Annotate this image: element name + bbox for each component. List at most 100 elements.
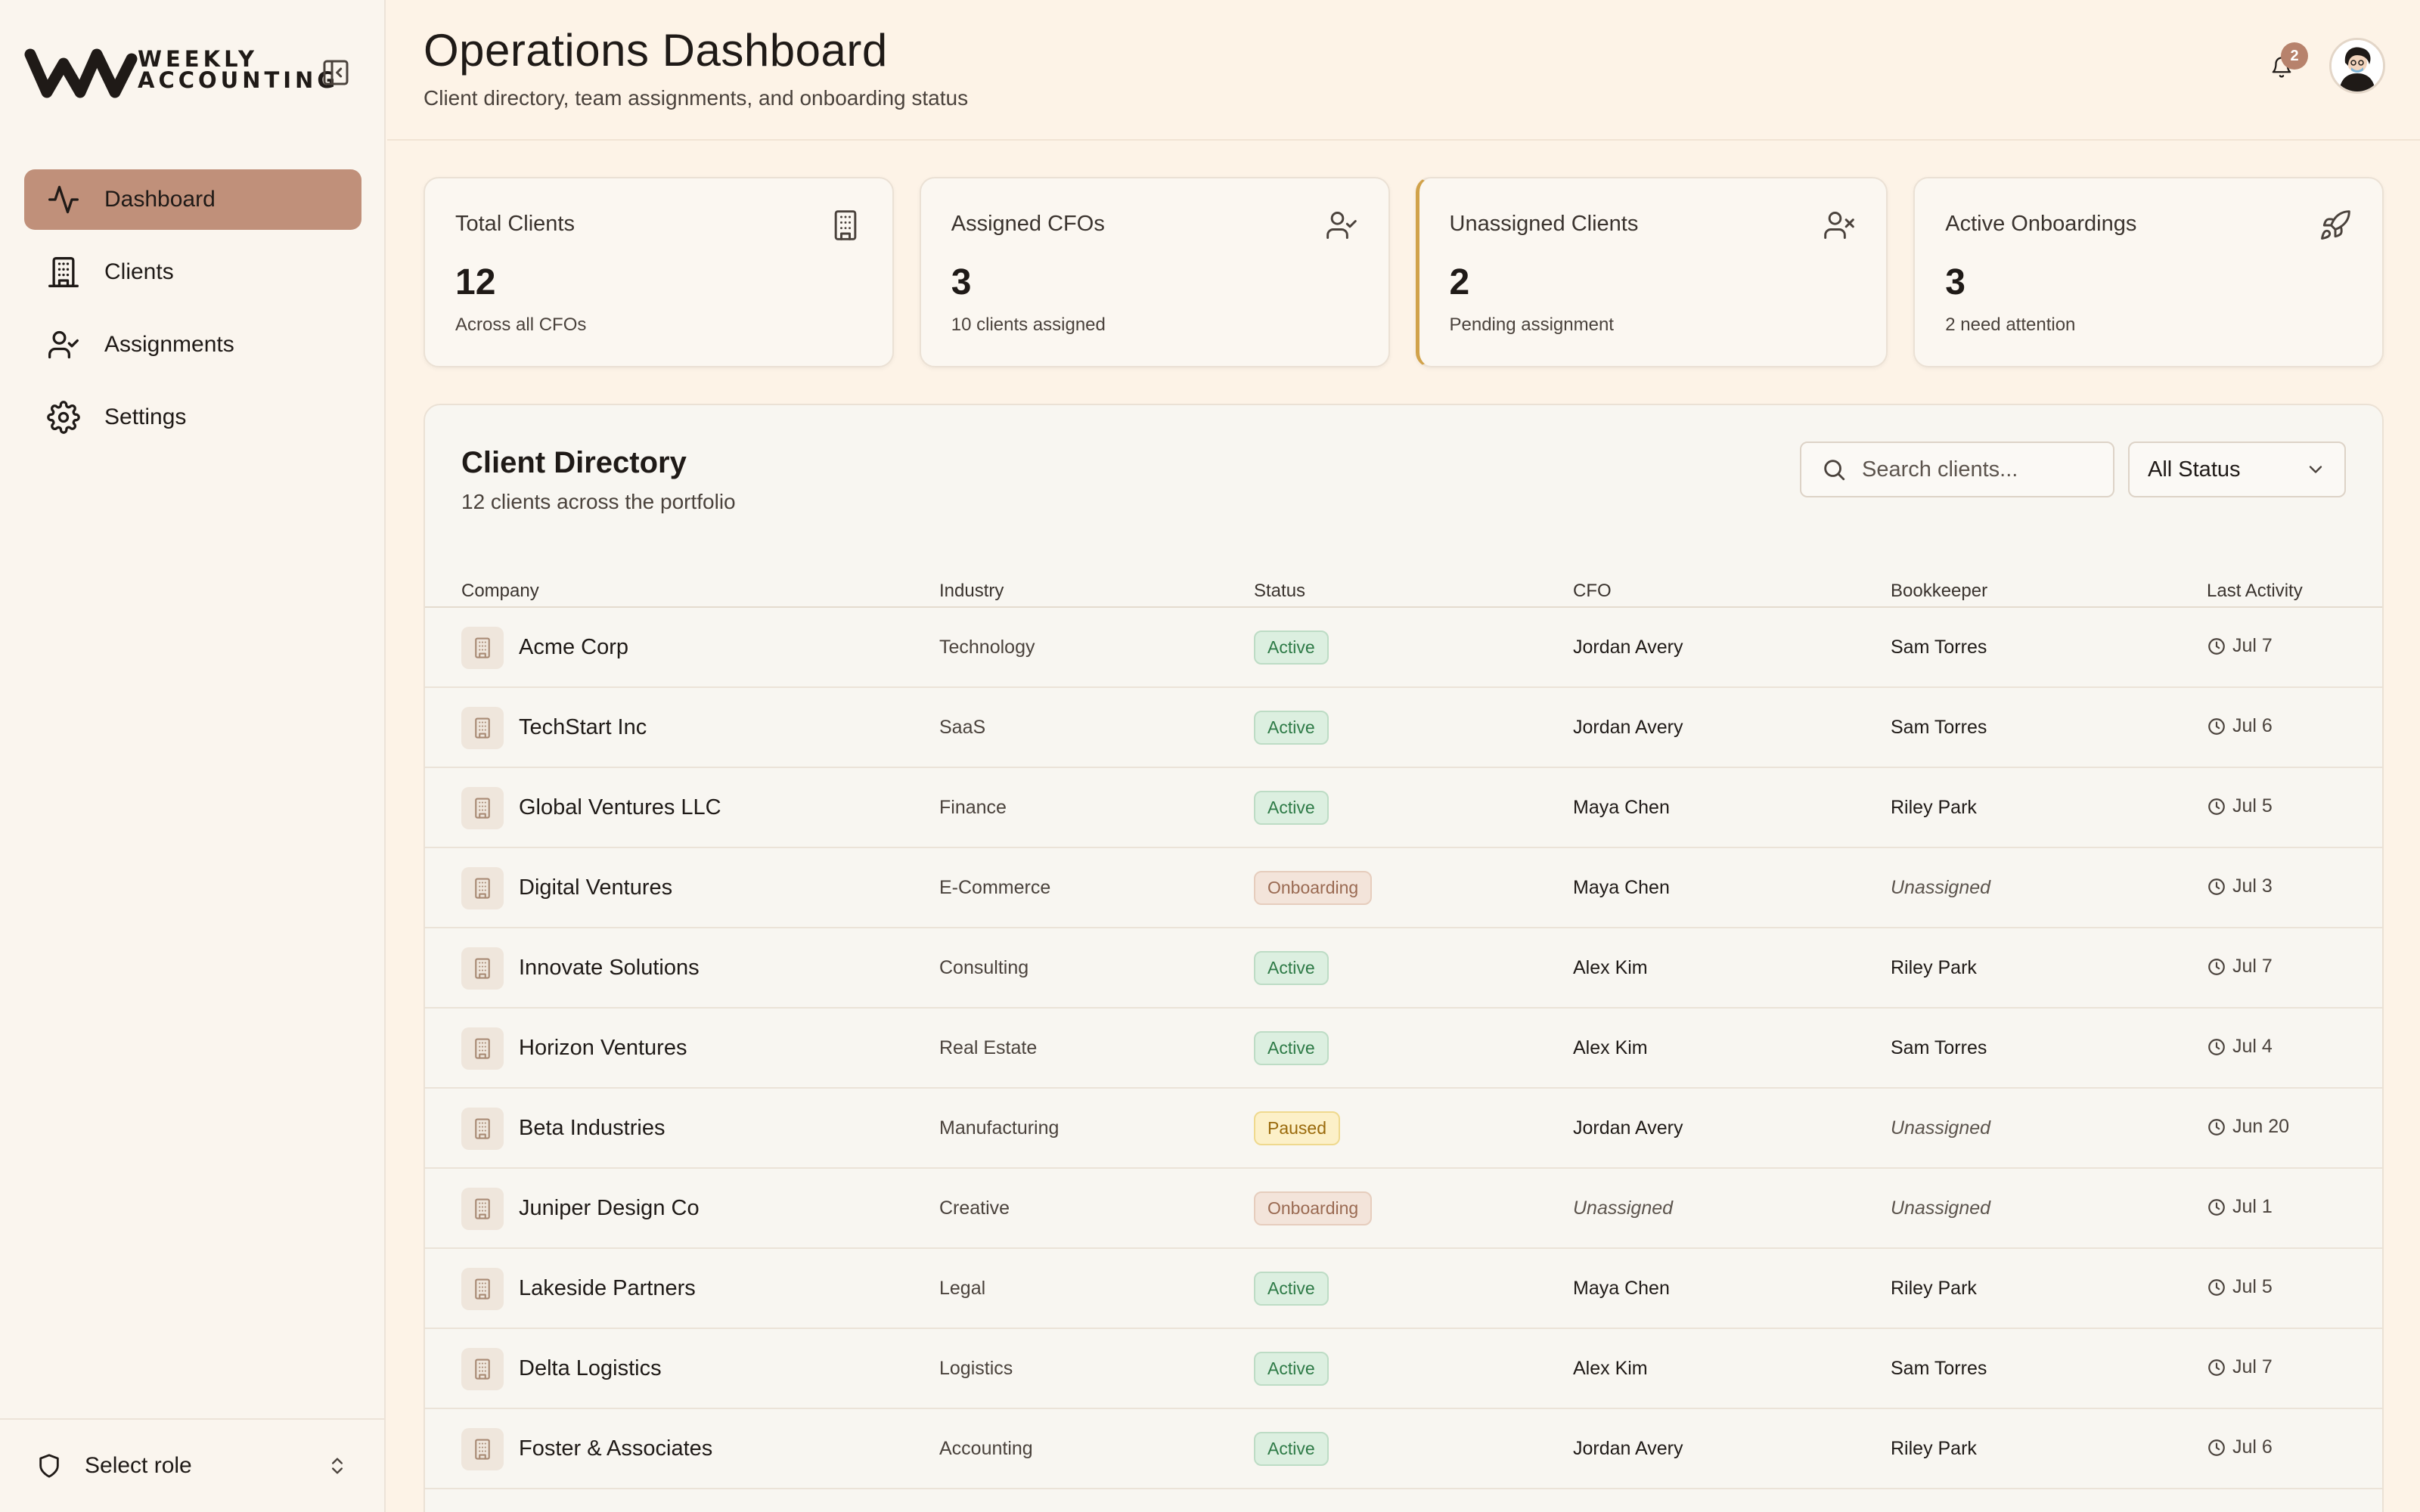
status-badge: Active: [1254, 631, 1329, 665]
clock-icon: [2208, 637, 2225, 655]
collapse-sidebar-button[interactable]: [321, 57, 351, 88]
user-avatar-icon: [2332, 40, 2383, 91]
bookkeeper-cell: Sam Torres: [1891, 637, 1987, 658]
building-icon: [48, 257, 79, 287]
activity-icon: [48, 185, 79, 214]
cfo-cell: Maya Chen: [1573, 797, 1670, 818]
status-cell: Active: [1254, 1352, 1329, 1386]
table-row[interactable]: Juniper Design Co Creative Onboarding Un…: [425, 1169, 2382, 1249]
table-row[interactable]: Beta Industries Manufacturing Paused Jor…: [425, 1089, 2382, 1169]
table-row[interactable]: TechStart Inc SaaS Active Jordan Avery S…: [425, 688, 2382, 768]
table-row[interactable]: Global Ventures LLC Finance Active Maya …: [425, 768, 2382, 848]
column-header-status[interactable]: Status: [1254, 581, 1305, 602]
company-name[interactable]: Acme Corp: [519, 635, 628, 660]
table-row[interactable]: Lakeside Partners Legal Active Maya Chen…: [425, 1249, 2382, 1329]
sidebar-item-assignments[interactable]: Assignments: [24, 314, 361, 375]
sidebar-collapse-icon: [323, 60, 349, 85]
industry-cell: Consulting: [939, 957, 1029, 978]
building-icon: [475, 1359, 490, 1380]
stat-value: 3: [951, 262, 972, 302]
search-field[interactable]: [1800, 442, 2114, 497]
table-row[interactable]: Delta Logistics Logistics Active Alex Ki…: [425, 1329, 2382, 1409]
company-name[interactable]: Global Ventures LLC: [519, 795, 721, 820]
company-name[interactable]: Digital Ventures: [519, 875, 672, 900]
industry-cell: SaaS: [939, 717, 986, 738]
last-activity-cell: Jul 7: [2207, 1356, 2273, 1378]
notifications-button[interactable]: 2: [2264, 42, 2308, 85]
table-header: Company Industry Status CFO Bookkeeper L…: [425, 576, 2382, 608]
sidebar-item-settings[interactable]: Settings: [24, 387, 361, 448]
company-name[interactable]: Juniper Design Co: [519, 1196, 700, 1221]
directory-subtitle: 12 clients across the portfolio: [461, 490, 736, 513]
client-table-body: Acme Corp Technology Active Jordan Avery…: [425, 608, 2382, 1489]
shield-icon: [39, 1454, 59, 1478]
clock-icon: [2208, 958, 2225, 975]
role-selector[interactable]: Select role: [0, 1418, 384, 1512]
clock-icon: [2208, 717, 2225, 735]
last-activity-date: Jul 3: [2232, 875, 2273, 897]
stat-subtext: Pending assignment: [1449, 314, 1614, 335]
clock-icon: [2208, 878, 2225, 895]
last-activity-date: Jul 6: [2232, 715, 2273, 736]
industry-cell: Accounting: [939, 1438, 1033, 1459]
column-header-last-activity[interactable]: Last Activity: [2207, 581, 2303, 602]
status-cell: Active: [1254, 951, 1329, 985]
search-input[interactable]: [1862, 457, 2104, 482]
table-row[interactable]: Acme Corp Technology Active Jordan Avery…: [425, 608, 2382, 688]
company-icon-box: [461, 787, 504, 829]
sidebar-item-label: Assignments: [104, 332, 234, 357]
brand-name: WEEKLY ACCOUNTING: [138, 48, 339, 91]
sidebar: WEEKLY ACCOUNTING Dashboard Clients Assi…: [0, 0, 386, 1512]
bookkeeper-cell: Unassigned: [1891, 877, 1991, 898]
column-header-industry[interactable]: Industry: [939, 581, 1004, 602]
page-subtitle: Client directory, team assignments, and …: [424, 86, 969, 110]
company-name[interactable]: Delta Logistics: [519, 1356, 662, 1381]
avatar[interactable]: [2329, 38, 2385, 94]
status-badge: Paused: [1254, 1111, 1341, 1145]
company-name[interactable]: Horizon Ventures: [519, 1036, 687, 1061]
status-cell: Active: [1254, 1031, 1329, 1065]
sidebar-item-dashboard[interactable]: Dashboard: [24, 169, 361, 230]
stat-card-unassigned-clients: Unassigned Clients 2 Pending assignment: [1415, 177, 1888, 367]
bookkeeper-cell: Unassigned: [1891, 1117, 1991, 1139]
company-icon-box: [461, 1268, 504, 1310]
status-filter-value: All Status: [2148, 457, 2241, 482]
status-badge: Active: [1254, 791, 1329, 825]
bookkeeper-cell: Sam Torres: [1891, 1358, 1987, 1379]
company-name[interactable]: Beta Industries: [519, 1116, 665, 1141]
table-row[interactable]: Horizon Ventures Real Estate Active Alex…: [425, 1009, 2382, 1089]
status-badge: Onboarding: [1254, 871, 1373, 905]
industry-cell: Logistics: [939, 1358, 1013, 1379]
bookkeeper-cell: Riley Park: [1891, 957, 1977, 978]
stat-label: Active Onboardings: [1945, 212, 2137, 236]
clock-icon: [2208, 1359, 2225, 1376]
user-check-icon: [48, 330, 79, 359]
sidebar-item-clients[interactable]: Clients: [24, 242, 361, 302]
chevron-down-icon: [2309, 466, 2322, 473]
company-name[interactable]: Lakeside Partners: [519, 1276, 696, 1301]
company-icon-box: [461, 707, 504, 749]
company-icon-box: [461, 1188, 504, 1230]
column-header-cfo[interactable]: CFO: [1573, 581, 1612, 602]
cfo-cell: Maya Chen: [1573, 1278, 1670, 1299]
client-directory-panel: Client Directory 12 clients across the p…: [424, 404, 2384, 1512]
table-row[interactable]: Innovate Solutions Consulting Active Ale…: [425, 928, 2382, 1009]
table-row[interactable]: Foster & Associates Accounting Active Jo…: [425, 1409, 2382, 1489]
company-name[interactable]: TechStart Inc: [519, 715, 647, 740]
company-name[interactable]: Foster & Associates: [519, 1436, 712, 1461]
last-activity-cell: Jul 7: [2207, 956, 2273, 978]
status-cell: Active: [1254, 1432, 1329, 1466]
company-name[interactable]: Innovate Solutions: [519, 956, 700, 981]
cfo-cell: Alex Kim: [1573, 957, 1648, 978]
stat-card-assigned-cfos: Assigned CFOs 3 10 clients assigned: [919, 177, 1390, 367]
last-activity-date: Jul 7: [2232, 1356, 2273, 1377]
column-header-bookkeeper[interactable]: Bookkeeper: [1891, 581, 1987, 602]
status-filter-dropdown[interactable]: All Status: [2128, 442, 2346, 497]
stat-subtext: 10 clients assigned: [951, 314, 1106, 335]
table-row[interactable]: Digital Ventures E-Commerce Onboarding M…: [425, 848, 2382, 928]
stat-card-total-clients: Total Clients 12 Across all CFOs: [424, 177, 894, 367]
cfo-cell: Unassigned: [1573, 1198, 1674, 1219]
clock-icon: [2208, 1198, 2225, 1216]
role-selector-label: Select role: [85, 1453, 192, 1478]
column-header-company[interactable]: Company: [461, 581, 539, 602]
